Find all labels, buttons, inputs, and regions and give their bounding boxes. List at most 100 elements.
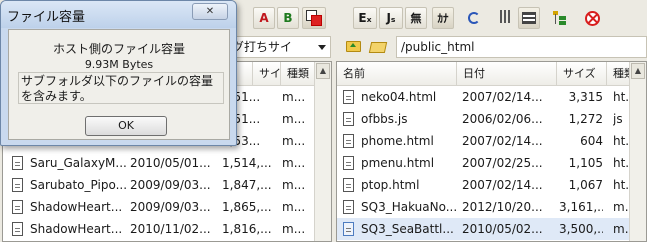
remote-file-cell-size: 1,272	[568, 112, 603, 126]
remote-scrollbar[interactable]: ▲	[629, 62, 646, 241]
file-icon	[12, 200, 23, 214]
stop-icon	[584, 10, 600, 26]
scroll-up-icon[interactable]: ▲	[316, 63, 330, 79]
remote-header-type[interactable]: 種類	[607, 62, 631, 86]
open-folder-button[interactable]	[368, 38, 390, 56]
remote-file-cell-size: 604	[580, 134, 603, 148]
dialog-title: ファイル容量	[7, 10, 86, 25]
tree-view-button[interactable]	[549, 7, 571, 29]
remote-file-cell-name: pmenu.html	[361, 156, 435, 170]
stop-button[interactable]	[581, 7, 603, 29]
local-file-cell-type: m...	[282, 134, 306, 148]
binary-ascii-toggle-button[interactable]	[302, 7, 326, 29]
toolbar-button-js[interactable]: Jₛ	[379, 7, 403, 29]
file-icon	[343, 222, 354, 236]
remote-file-row[interactable]: ptop.html2007/02/14...1,067ht...	[337, 174, 646, 196]
remote-file-cell-date: 2007/02/25...	[462, 156, 543, 170]
refresh-icon	[468, 12, 480, 24]
toolbar-b-label: B	[283, 11, 293, 25]
local-file-cell-name: Sarubato_Pipo...	[30, 178, 126, 192]
refresh-button[interactable]	[463, 7, 485, 29]
remote-file-cell-date: 2007/02/14...	[462, 134, 543, 148]
remote-file-cell-name: phome.html	[361, 134, 434, 148]
remote-file-row[interactable]: SQ3_HakuaNo...2012/10/20...3,161,...m...	[337, 196, 646, 218]
dialog-body: ホスト側のファイル容量 9.93M Bytes サブフォルダ以下のファイルの容量…	[8, 29, 230, 140]
binary-ascii-icon	[306, 10, 322, 26]
local-file-cell-size: 1,816,...	[222, 222, 272, 236]
local-file-cell-size: 1,847,...	[222, 178, 272, 192]
local-file-cell-name: ShadowHeart...	[30, 200, 123, 214]
file-icon	[343, 90, 354, 104]
remote-file-row[interactable]: pmenu.html2007/02/25...1,105ht...	[337, 152, 646, 174]
remote-list-header: 名前 日付 サイズ 種類	[337, 62, 646, 86]
remote-header-date[interactable]: 日付	[457, 62, 557, 86]
toolbar-button-kana[interactable]: ｶﾅ	[432, 7, 454, 29]
dialog-description: サブフォルダ以下のファイルの容量を含みます。	[18, 72, 224, 104]
file-icon	[343, 156, 354, 170]
local-file-row[interactable]: Sarubato_Pipo... 2009/09/03... 1,847,... m.…	[3, 174, 331, 196]
toolbar-button-a[interactable]: A	[253, 7, 275, 29]
left-path-text: グ打ちサイ	[232, 40, 293, 54]
file-icon	[12, 178, 23, 192]
toolbar-button-b[interactable]: B	[277, 7, 299, 29]
local-scrollbar[interactable]: ▲	[314, 62, 331, 241]
details-view-button[interactable]	[518, 7, 540, 29]
local-file-row[interactable]: ShadowHeart... 2009/09/03... 1,865,... m...	[3, 196, 331, 218]
open-folder-icon	[368, 42, 388, 53]
remote-file-row[interactable]: ofbbs.js 2006/02/06... 1,272 js	[337, 108, 646, 130]
chevron-down-icon	[318, 45, 326, 50]
dialog-size-value: 9.93M Bytes	[84, 58, 154, 71]
parent-folder-button[interactable]	[344, 38, 364, 56]
scroll-up-icon[interactable]: ▲	[631, 63, 645, 79]
remote-file-cell-name: SQ3_SeaBattl...	[361, 222, 454, 236]
toolbar-button-ex[interactable]: Eₓ	[353, 7, 377, 29]
dialog-ok-button[interactable]: OK	[85, 116, 167, 136]
local-file-row[interactable]: Saru_GalaxyM... 2010/05/01... 1,514,... m..…	[3, 152, 331, 174]
list-view-button[interactable]	[494, 7, 516, 29]
remote-file-cell-size: 3,315	[568, 90, 603, 104]
remote-file-list[interactable]: 名前 日付 サイズ 種類 neko04.html 2007/02/14... 3,3…	[336, 61, 647, 242]
remote-file-row[interactable]: phome.html2007/02/14...604ht...	[337, 130, 646, 152]
remote-file-cell-size: 1,105	[568, 156, 603, 170]
toolbar-mu-label: 無	[410, 12, 422, 25]
local-header-size-label: サイズ	[259, 67, 281, 80]
remote-file-cell-name: neko04.html	[361, 90, 437, 104]
file-icon	[343, 200, 354, 214]
remote-file-row[interactable]: neko04.html2007/02/14...3,315ht...	[337, 86, 646, 108]
local-file-row[interactable]: ShadowHeart... 2010/11/02... 1,816,... m...	[3, 218, 331, 240]
toolbar-ex-label: Eₓ	[358, 11, 372, 25]
dialog-heading: ホスト側のファイル容量	[52, 42, 185, 56]
file-icon	[343, 112, 354, 126]
toolbar-button-mu[interactable]: 無	[405, 7, 427, 29]
remote-header-size[interactable]: サイズ	[557, 62, 607, 86]
left-path-combo[interactable]: グ打ちサイ	[228, 36, 331, 58]
local-file-cell-type: m...	[282, 90, 306, 104]
remote-file-cell-date: 2010/05/02...	[462, 222, 543, 236]
remote-file-cell-name: ofbbs.js	[361, 112, 408, 126]
remote-header-name[interactable]: 名前	[337, 62, 457, 86]
local-file-cell-type: m...	[282, 112, 306, 126]
remote-file-cell-size: 3,161,...	[559, 200, 603, 214]
remote-file-cell-date: 2007/02/14...	[462, 178, 543, 192]
remote-file-cell-name: ptop.html	[361, 178, 420, 192]
file-icon	[12, 156, 23, 170]
remote-file-cell-name: SQ3_HakuaNo...	[361, 200, 458, 214]
local-header-size[interactable]: サイズ	[253, 62, 281, 86]
local-file-cell-type: m...	[282, 222, 306, 236]
local-file-cell-name: Saru_GalaxyM...	[30, 156, 126, 170]
remote-file-row[interactable]: SQ3_SeaBattl...2010/05/02...3,500,...m..…	[337, 218, 646, 240]
remote-file-cell-size: 3,500,...	[559, 222, 603, 236]
toolbar-js-label: Jₛ	[386, 11, 396, 25]
dialog-close-button[interactable]: ✕	[192, 3, 228, 20]
remote-file-cell-date: 2006/02/06...	[462, 112, 543, 126]
file-icon	[343, 134, 354, 148]
local-file-cell-type: m...	[282, 200, 306, 214]
toolbar-kana-label: ｶﾅ	[437, 12, 449, 25]
right-path-field[interactable]: /public_html	[396, 36, 647, 58]
local-header-type[interactable]: 種類	[281, 62, 316, 86]
local-file-cell-name: ShadowHeart...	[30, 222, 123, 236]
ok-label: OK	[118, 119, 134, 132]
file-icon	[12, 222, 23, 236]
dialog-titlebar[interactable]: ファイル容量 ✕	[1, 1, 236, 28]
local-header-type-label: 種類	[287, 67, 309, 80]
